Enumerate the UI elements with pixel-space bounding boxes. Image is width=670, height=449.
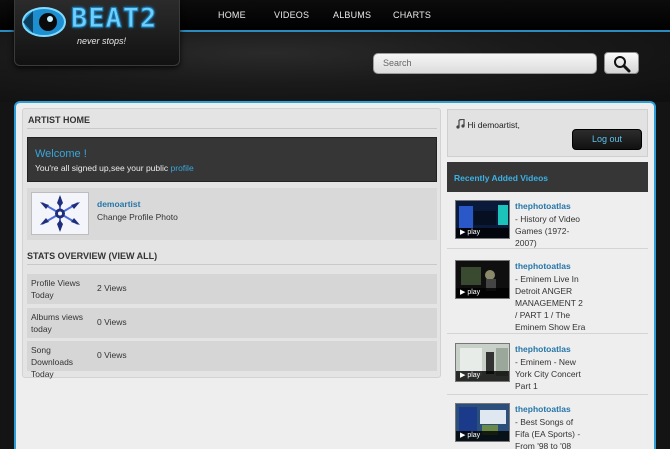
- nav-videos[interactable]: VIDEOS: [274, 10, 309, 20]
- video-title[interactable]: - History of Video Games (1972-2007): [515, 213, 587, 249]
- search-button[interactable]: [604, 52, 639, 74]
- nav-albums[interactable]: ALBUMS: [333, 10, 371, 20]
- logo-text: BEAT2: [70, 3, 158, 35]
- welcome-title: Welcome !: [35, 148, 87, 160]
- stats-overview-title[interactable]: STATS OVERVIEW (VIEW ALL): [27, 251, 157, 261]
- welcome-message: You're all signed up,see your public: [35, 163, 171, 173]
- video-author-link[interactable]: thephotoatlas: [515, 404, 571, 414]
- stat-row: Profile Views Today 2 Views: [27, 274, 437, 304]
- magnifier-icon: [614, 56, 631, 73]
- video-title[interactable]: - Eminem - New York City Concert Part 1: [515, 356, 587, 392]
- welcome-text: You're all signed up,see your public pro…: [35, 163, 194, 173]
- stat-value: 0 Views: [97, 317, 127, 327]
- user-box: Hi demoartist, Log out: [447, 109, 648, 157]
- music-note-icon: [456, 118, 465, 129]
- recent-videos-title: Recently Added Videos: [454, 173, 548, 183]
- video-thumbnail[interactable]: ▶ play: [455, 343, 510, 382]
- user-greeting: Hi demoartist,: [456, 118, 520, 130]
- stat-label: Song Downloads Today: [31, 345, 74, 379]
- play-label: ▶ play: [456, 288, 509, 298]
- video-list-item[interactable]: ▶ play thephotoatlas - Eminem Live In De…: [447, 256, 648, 334]
- snowflake-avatar-image: [32, 193, 88, 234]
- change-photo-link[interactable]: Change Profile Photo: [97, 212, 178, 222]
- search-input[interactable]: Search: [373, 53, 597, 74]
- stat-value: 0 Views: [97, 350, 127, 360]
- stat-label: Albums views today: [31, 312, 83, 334]
- artist-username-link[interactable]: demoartist: [97, 199, 140, 209]
- divider: [27, 128, 437, 129]
- video-author-link[interactable]: thephotoatlas: [515, 201, 571, 211]
- artist-home-title: ARTIST HOME: [28, 115, 90, 125]
- video-author-link[interactable]: thephotoatlas: [515, 261, 571, 271]
- nav-charts[interactable]: CHARTS: [393, 10, 431, 20]
- site-logo[interactable]: BEAT2 never stops!: [14, 0, 180, 66]
- profile-row: demoartist Change Profile Photo: [27, 188, 437, 240]
- play-label: ▶ play: [456, 228, 509, 238]
- logout-button[interactable]: Log out: [572, 129, 642, 150]
- stat-value: 2 Views: [97, 283, 127, 293]
- eye-logo-icon: [22, 7, 66, 37]
- welcome-banner: Welcome ! You're all signed up,see your …: [27, 137, 437, 182]
- recent-videos-header: Recently Added Videos: [447, 162, 648, 192]
- profile-link[interactable]: profile: [171, 163, 194, 173]
- stat-row: Albums views today 0 Views: [27, 308, 437, 338]
- video-list-item[interactable]: ▶ play thephotoatlas - Eminem - New York…: [447, 339, 648, 395]
- video-thumbnail[interactable]: ▶ play: [455, 403, 510, 442]
- play-label: ▶ play: [456, 371, 509, 381]
- video-title[interactable]: - Eminem Live In Detroit ANGER MANAGEMEN…: [515, 273, 587, 333]
- stat-label: Profile Views Today: [31, 278, 80, 300]
- play-label: ▶ play: [456, 431, 509, 441]
- video-author-link[interactable]: thephotoatlas: [515, 344, 571, 354]
- logo-tagline: never stops!: [77, 36, 127, 46]
- video-list-item[interactable]: ▶ play thephotoatlas - History of Video …: [447, 196, 648, 249]
- video-title[interactable]: - Best Songs of Fifa (EA Sports) - From …: [515, 416, 587, 449]
- greeting-text: Hi demoartist,: [467, 120, 520, 130]
- stat-row: Song Downloads Today 0 Views: [27, 341, 437, 379]
- video-thumbnail[interactable]: ▶ play: [455, 200, 510, 239]
- video-list-item[interactable]: ▶ play thephotoatlas - Best Songs of Fif…: [447, 399, 648, 449]
- divider: [27, 264, 437, 265]
- nav-home[interactable]: HOME: [218, 10, 246, 20]
- avatar[interactable]: [31, 192, 89, 235]
- video-thumbnail[interactable]: ▶ play: [455, 260, 510, 299]
